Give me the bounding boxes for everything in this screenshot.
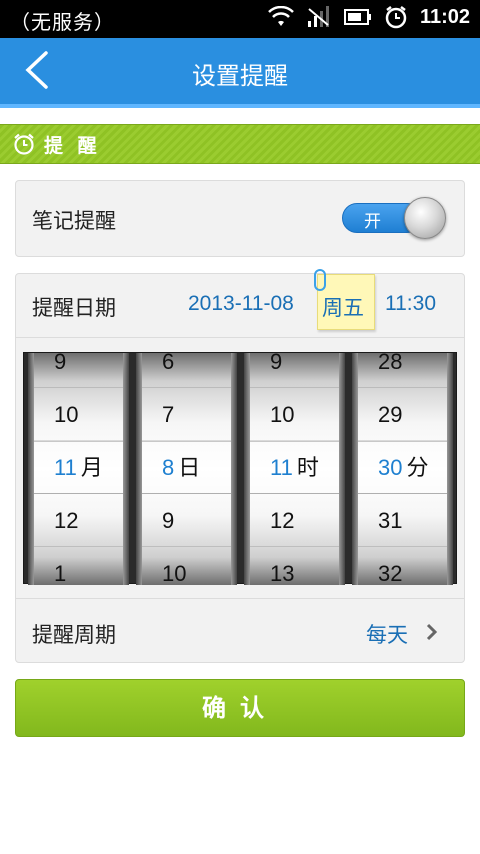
hour-value: 11 [270, 455, 293, 480]
day-wheel-item[interactable]: 7 [136, 388, 237, 441]
hour-wheel-item[interactable]: 12 [244, 494, 345, 547]
reminder-period-value: 每天 [366, 623, 408, 647]
month-wheel-item[interactable]: 11 月 [28, 441, 129, 494]
hour-unit-label: 时 [296, 456, 319, 481]
hour-wheel-item[interactable]: 13 [244, 547, 345, 585]
hour-wheel-item[interactable]: 9 [244, 353, 345, 388]
battery-icon [343, 8, 372, 26]
reminder-date-card: 提醒日期 2013-11-08 周五 11:30 9 10 11 月 12 1 678日9… [15, 269, 465, 663]
day-wheel-item[interactable]: 6 [136, 353, 237, 388]
minute-unit-label: 分 [406, 456, 429, 481]
month-wheel-item[interactable]: 10 [28, 388, 129, 441]
status-time: 11:02 [419, 5, 470, 28]
minute-wheel-item[interactable]: 31 [352, 494, 453, 547]
day-wheel-item[interactable]: 9 [136, 494, 237, 547]
minute-value: 29 [378, 402, 403, 427]
chevron-right-icon [426, 623, 438, 645]
month-wheel[interactable]: 9 10 11 月 12 1 [28, 353, 129, 585]
reminder-date-label: 提醒日期 [32, 296, 116, 320]
hour-wheel-item[interactable]: 11 时 [244, 441, 345, 494]
note-reminder-label: 笔记提醒 [32, 209, 116, 233]
minute-value: 28 [378, 353, 403, 374]
note-reminder-toggle[interactable]: 开 [342, 197, 446, 239]
day-wheel[interactable]: 6 7 8 日 9 10 [136, 353, 237, 585]
minute-wheel-item[interactable]: 28 [352, 353, 453, 388]
minute-wheel[interactable]: 28 29 30 分 31 32 [352, 353, 453, 585]
hour-value: 12 [270, 508, 295, 533]
alarm-clock-icon [12, 132, 36, 156]
day-unit-label: 日 [178, 456, 201, 481]
toggle-knob [404, 197, 446, 239]
minute-wheel-item[interactable]: 29 [352, 388, 453, 441]
month-value: 10 [54, 402, 79, 427]
reminder-date-row: 提醒日期 2013-11-08 周五 11:30 [16, 269, 464, 338]
minute-value: 30 [378, 455, 403, 480]
minute-wheel-item[interactable]: 32 [352, 547, 453, 585]
airplane-signal-icon [306, 5, 332, 29]
day-value: 9 [162, 508, 175, 533]
weekday-sticky-note: 周五 [314, 269, 375, 330]
day-value: 8 [162, 455, 175, 480]
month-wheel-item[interactable]: 9 [28, 353, 129, 388]
status-bar: （无服务） 11:02 [0, 0, 480, 38]
day-wheel-item[interactable]: 10 [136, 547, 237, 585]
paperclip-icon [314, 269, 326, 291]
alarm-clock-icon [384, 5, 408, 29]
carrier-label: （无服务） [10, 10, 115, 34]
month-wheel-item[interactable]: 12 [28, 494, 129, 547]
title-bar: 设置提醒 [0, 38, 480, 108]
minute-value: 32 [378, 561, 403, 585]
month-unit-label: 月 [80, 456, 103, 481]
reminder-period-row[interactable]: 提醒周期 每天 [16, 598, 464, 662]
month-wheel-item[interactable]: 1 [28, 547, 129, 585]
reminder-time-value: 11:30 [385, 292, 436, 315]
day-value: 10 [162, 561, 187, 585]
month-value: 9 [54, 353, 67, 374]
hour-wheel[interactable]: 9 10 11 时 12 13 [244, 353, 345, 585]
toggle-on-label: 开 [364, 212, 381, 232]
month-value: 11 [54, 455, 77, 480]
section-header: 提 醒 [0, 124, 480, 164]
minute-value: 31 [378, 508, 403, 533]
month-value: 1 [54, 561, 67, 585]
hour-wheel-item[interactable]: 10 [244, 388, 345, 441]
hour-value: 10 [270, 402, 295, 427]
reminder-period-label: 提醒周期 [32, 623, 116, 647]
month-value: 12 [54, 508, 79, 533]
minute-wheel-item[interactable]: 30 分 [352, 441, 453, 494]
day-value: 6 [162, 353, 175, 374]
status-icons: 11:02 [268, 5, 470, 29]
hour-value: 9 [270, 353, 283, 374]
wifi-icon [268, 6, 294, 28]
weekday-value: 周五 [322, 296, 364, 320]
confirm-button[interactable]: 确认 [15, 679, 465, 737]
date-time-picker: 9 10 11 月 12 1 6 7 8 日 9 10 9 10 11 时 12 13 28 29 30 分 31 32 [23, 352, 457, 585]
hour-value: 13 [270, 561, 295, 585]
page-title: 设置提醒 [192, 62, 288, 90]
day-wheel-item[interactable]: 8日 [136, 441, 237, 494]
section-title: 提 醒 [44, 134, 101, 157]
note-reminder-card: 笔记提醒 开 [15, 180, 465, 257]
day-value: 7 [162, 402, 175, 427]
reminder-date-value: 2013-11-08 [188, 292, 294, 315]
